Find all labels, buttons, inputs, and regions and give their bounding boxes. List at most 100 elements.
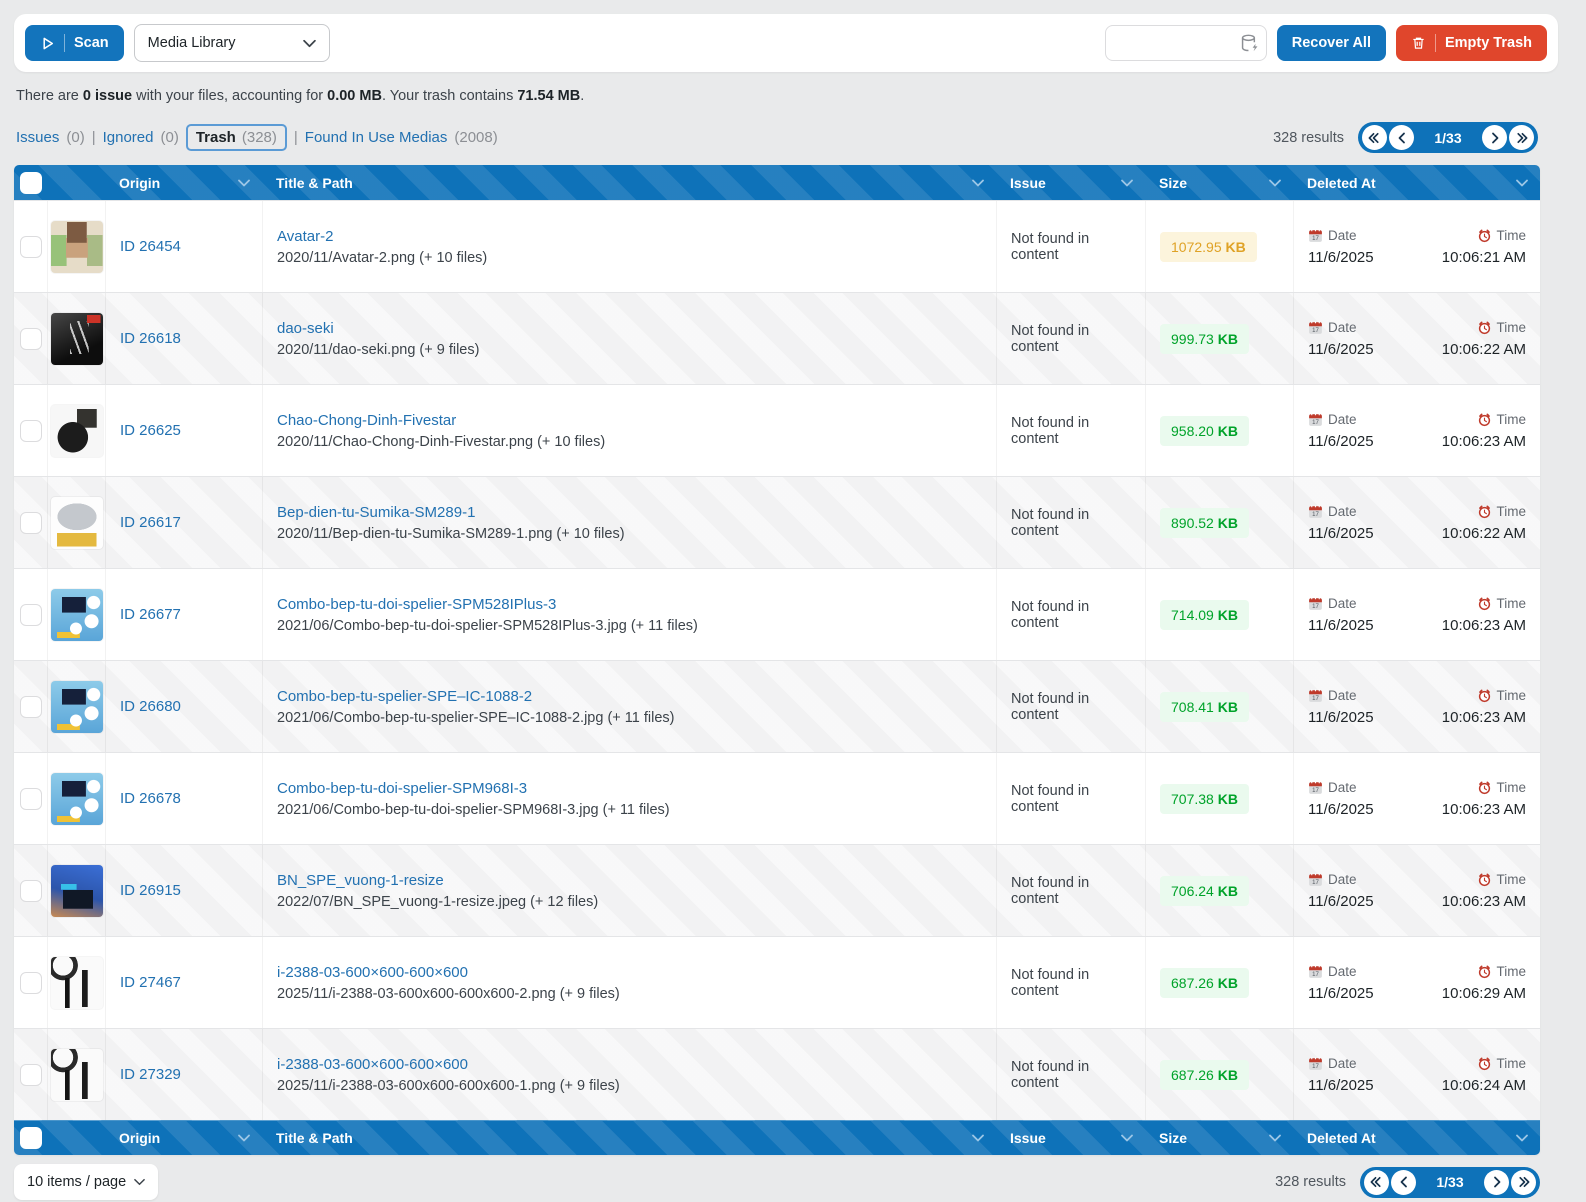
last-page-button[interactable]	[1511, 1170, 1536, 1195]
thumbnail[interactable]	[51, 497, 103, 549]
tab-issues[interactable]: Issues	[16, 129, 59, 146]
column-header-size[interactable]: Size	[1145, 175, 1293, 191]
media-title-link[interactable]: Combo-bep-tu-doi-spelier-SPM528IPlus-3	[277, 596, 982, 613]
column-header-origin[interactable]: Origin	[105, 175, 262, 191]
thumbnail[interactable]	[51, 773, 103, 825]
media-title-link[interactable]: dao-seki	[277, 320, 982, 337]
thumbnail[interactable]	[51, 865, 103, 917]
chevron-down-icon[interactable]	[238, 179, 250, 187]
items-per-page-select[interactable]: 10 items / page	[14, 1164, 158, 1200]
source-select-value: Media Library	[148, 35, 236, 51]
chevron-down-icon[interactable]	[1121, 179, 1133, 187]
prev-page-button[interactable]	[1389, 125, 1414, 150]
media-id-link[interactable]: ID 26618	[120, 330, 248, 347]
row-checkbox[interactable]	[20, 1064, 42, 1086]
calendar-icon: 17	[1308, 872, 1323, 887]
deleted-time-group: Time 10:06:23 AM	[1442, 872, 1526, 910]
source-select[interactable]: Media Library	[134, 24, 330, 62]
recover-all-button[interactable]: Recover All	[1277, 25, 1386, 61]
scan-button[interactable]: Scan	[25, 25, 124, 61]
media-id-link[interactable]: ID 26677	[120, 606, 248, 623]
thumbnail[interactable]	[51, 589, 103, 641]
select-all-checkbox[interactable]	[20, 1127, 42, 1149]
thumbnail[interactable]	[51, 957, 103, 1009]
chevron-down-icon[interactable]	[1516, 179, 1528, 187]
media-title-link[interactable]: Combo-bep-tu-doi-spelier-SPM968I-3	[277, 780, 982, 797]
column-footer-size[interactable]: Size	[1145, 1130, 1293, 1146]
tab-trash-active[interactable]: Trash (328)	[186, 124, 287, 151]
empty-trash-label: Empty Trash	[1445, 35, 1532, 51]
prev-page-button[interactable]	[1391, 1170, 1416, 1195]
media-title-link[interactable]: i-2388-03-600×600-600×600	[277, 1056, 982, 1073]
row-checkbox[interactable]	[20, 328, 42, 350]
row-checkbox[interactable]	[20, 972, 42, 994]
row-checkbox[interactable]	[20, 788, 42, 810]
last-page-button[interactable]	[1509, 125, 1534, 150]
issue-text: Not found in content	[1011, 507, 1131, 539]
thumbnail[interactable]	[51, 405, 103, 457]
svg-text:17: 17	[1312, 511, 1319, 518]
chevron-down-icon[interactable]	[1269, 1134, 1281, 1142]
media-title-link[interactable]: Chao-Chong-Dinh-Fivestar	[277, 412, 982, 429]
column-footer-title-path[interactable]: Title & Path	[262, 1130, 996, 1146]
media-title-link[interactable]: i-2388-03-600×600-600×600	[277, 964, 982, 981]
column-footer-issue[interactable]: Issue	[996, 1130, 1145, 1146]
thumbnail[interactable]	[51, 221, 103, 273]
deleted-at-cell: 17 Date 11/6/2025 Time 10:06:22 AM	[1293, 477, 1540, 568]
chevron-down-icon[interactable]	[1516, 1134, 1528, 1142]
chevron-down-icon[interactable]	[972, 179, 984, 187]
column-header-title-path[interactable]: Title & Path	[262, 175, 996, 191]
row-checkbox[interactable]	[20, 420, 42, 442]
chevron-down-icon[interactable]	[1269, 179, 1281, 187]
thumbnail[interactable]	[51, 681, 103, 733]
select-all-checkbox[interactable]	[20, 172, 42, 194]
column-footer-deleted-at[interactable]: Deleted At	[1293, 1130, 1540, 1146]
time-label: Time	[1477, 964, 1527, 979]
chevron-down-icon[interactable]	[972, 1134, 984, 1142]
column-header-deleted-at[interactable]: Deleted At	[1293, 175, 1540, 191]
row-checkbox-cell	[14, 753, 47, 844]
media-id-link[interactable]: ID 26680	[120, 698, 248, 715]
media-title-link[interactable]: Bep-dien-tu-Sumika-SM289-1	[277, 504, 982, 521]
table-row: ID 26680 Combo-bep-tu-spelier-SPE–IC-108…	[14, 660, 1540, 752]
date-label-text: Date	[1328, 228, 1357, 243]
next-page-button[interactable]	[1484, 1170, 1509, 1195]
next-page-button[interactable]	[1482, 125, 1507, 150]
column-header-issue[interactable]: Issue	[996, 175, 1145, 191]
media-id-link[interactable]: ID 26915	[120, 882, 248, 899]
media-title-link[interactable]: Avatar-2	[277, 228, 982, 245]
first-page-button[interactable]	[1364, 1170, 1389, 1195]
chevron-down-icon[interactable]	[1121, 1134, 1133, 1142]
media-id-link[interactable]: ID 26454	[120, 238, 248, 255]
column-footer-origin[interactable]: Origin	[105, 1130, 262, 1146]
thumbnail[interactable]	[51, 1049, 103, 1101]
media-id-link[interactable]: ID 26617	[120, 514, 248, 531]
tab-found-in-use[interactable]: Found In Use Medias	[305, 129, 448, 146]
size-badge: 714.09 KB	[1160, 600, 1249, 630]
media-id-link[interactable]: ID 27329	[120, 1066, 248, 1083]
media-id-link[interactable]: ID 26678	[120, 790, 248, 807]
row-checkbox[interactable]	[20, 696, 42, 718]
media-id-link[interactable]: ID 26625	[120, 422, 248, 439]
thumbnail[interactable]	[51, 313, 103, 365]
media-id-link[interactable]: ID 27467	[120, 974, 248, 991]
title-path-cell: i-2388-03-600×600-600×600 2025/11/i-2388…	[262, 1029, 996, 1120]
row-checkbox[interactable]	[20, 880, 42, 902]
svg-text:17: 17	[1312, 695, 1319, 702]
row-checkbox[interactable]	[20, 512, 42, 534]
tab-ignored[interactable]: Ignored	[103, 129, 154, 146]
first-page-button[interactable]	[1362, 125, 1387, 150]
deleted-at-cell: 17 Date 11/6/2025 Time 10:06:23 AM	[1293, 385, 1540, 476]
empty-trash-button[interactable]: Empty Trash	[1396, 25, 1547, 61]
chevron-down-icon[interactable]	[238, 1134, 250, 1142]
date-label: 17 Date	[1308, 320, 1374, 335]
media-title-link[interactable]: Combo-bep-tu-spelier-SPE–IC-1088-2	[277, 688, 982, 705]
row-checkbox[interactable]	[20, 236, 42, 258]
row-checkbox-cell	[14, 385, 47, 476]
deleted-date: 11/6/2025	[1308, 801, 1374, 818]
results-count: 328 results	[1275, 1174, 1346, 1190]
scan-button-label: Scan	[74, 35, 109, 51]
header-checkbox-cell	[14, 172, 47, 194]
media-title-link[interactable]: BN_SPE_vuong-1-resize	[277, 872, 982, 889]
row-checkbox[interactable]	[20, 604, 42, 626]
